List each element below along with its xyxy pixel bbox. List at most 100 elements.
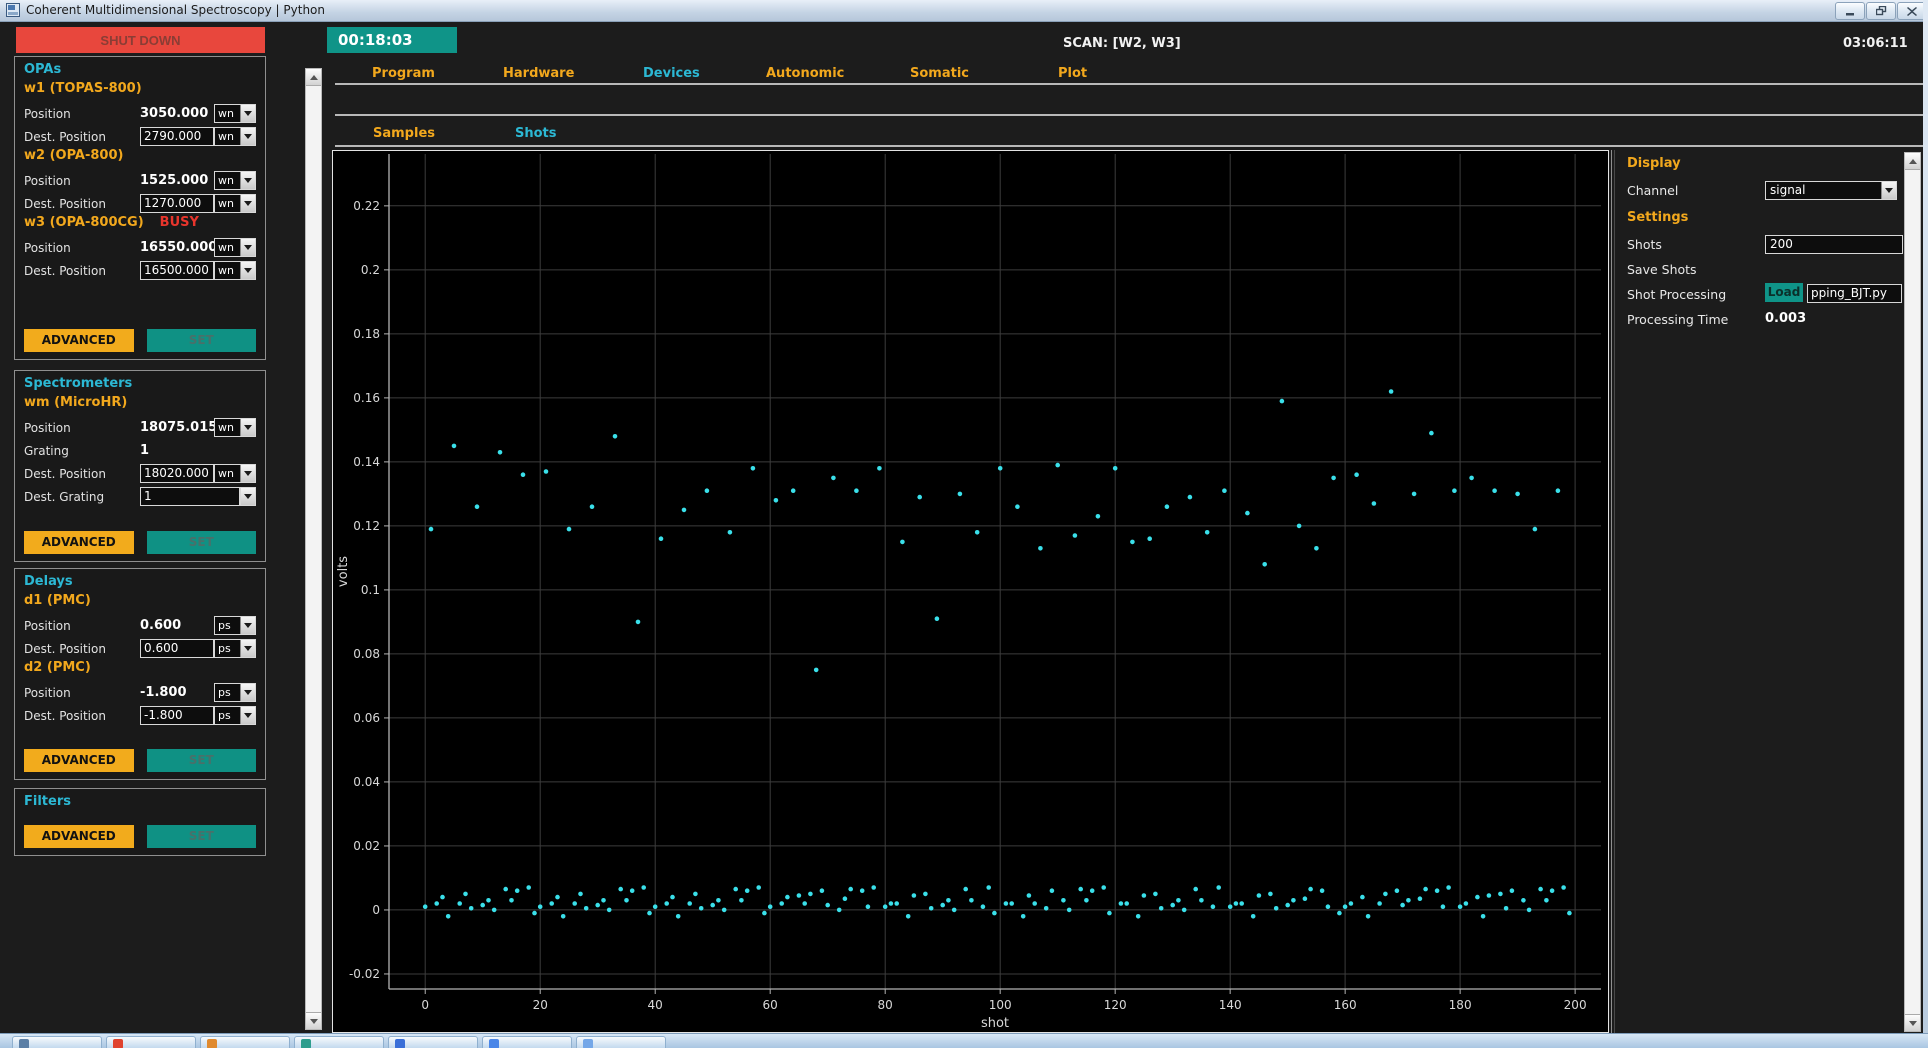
section-delays: Delays d1 (PMC) Position 0.600 ps Dest. Posit… [14, 568, 266, 780]
units-value: ps [218, 686, 231, 699]
shots-input[interactable]: 200 [1765, 235, 1903, 254]
motor-row: Dest. Grating 1 [24, 485, 256, 508]
tab-somatic[interactable]: Somatic [910, 66, 969, 81]
settings-scrollbar[interactable] [1904, 152, 1921, 1032]
chevron-down-icon[interactable] [240, 195, 255, 212]
units-value: wn [218, 107, 234, 120]
destination-input[interactable]: 16500.000 [140, 261, 214, 280]
panel-divider [1611, 150, 1612, 1033]
sidebar-scrollbar[interactable] [305, 68, 322, 1030]
svg-text:60: 60 [763, 998, 778, 1012]
scroll-up-icon[interactable] [1905, 153, 1920, 170]
tab-devices[interactable]: Devices [643, 66, 700, 81]
grating-select-input[interactable]: 1 [140, 487, 240, 506]
units-select[interactable]: wn [214, 261, 256, 280]
set-button[interactable]: SET [146, 825, 256, 848]
destination-input[interactable]: -1.800 [140, 706, 214, 725]
subtab-shots[interactable]: Shots [515, 126, 557, 141]
motor-name: d2 (PMC) [24, 660, 91, 675]
destination-input[interactable]: 0.600 [140, 639, 214, 658]
units-select[interactable]: wn [214, 194, 256, 213]
taskbar-app-button[interactable] [576, 1036, 666, 1048]
chevron-down-icon[interactable] [240, 172, 255, 189]
taskbar-app-button[interactable] [294, 1036, 384, 1048]
destination-input[interactable]: 1270.000 [140, 194, 214, 213]
advanced-button[interactable]: ADVANCED [24, 531, 134, 554]
position-readout: 16550.000 [140, 240, 214, 255]
set-button[interactable]: SET [146, 329, 256, 352]
chevron-down-icon[interactable] [240, 262, 255, 279]
chevron-down-icon[interactable] [240, 487, 256, 506]
chevron-down-icon[interactable] [240, 239, 255, 256]
scatter-plot-canvas: -0.02 0 0.02 0.04 0.06 0.08 0.1 0.12 0.14 0.16 0.1… [336, 154, 1601, 1031]
advanced-button[interactable]: ADVANCED [24, 825, 134, 848]
row-label: Dest. Position [24, 708, 106, 723]
svg-text:0.04: 0.04 [353, 775, 380, 789]
set-button[interactable]: SET [146, 749, 256, 772]
load-script-button[interactable]: Load [1765, 283, 1803, 302]
svg-text:140: 140 [1219, 998, 1242, 1012]
destination-input[interactable]: 2790.000 [140, 127, 214, 146]
taskbar-app-button[interactable] [106, 1036, 196, 1048]
taskbar-app-button[interactable] [388, 1036, 478, 1048]
units-select[interactable]: wn [214, 418, 256, 437]
chevron-down-icon[interactable] [240, 684, 255, 701]
app-icon [6, 3, 20, 17]
svg-text:40: 40 [648, 998, 663, 1012]
chevron-down-icon[interactable] [1881, 182, 1896, 199]
units-select[interactable]: wn [214, 104, 256, 123]
chevron-down-icon[interactable] [240, 707, 255, 724]
chevron-down-icon[interactable] [240, 128, 255, 145]
units-select[interactable]: ps [214, 683, 256, 702]
subtab-samples[interactable]: Samples [373, 126, 435, 141]
minimize-button[interactable] [1835, 2, 1865, 20]
shutdown-button[interactable]: SHUT DOWN [16, 27, 265, 53]
chevron-down-icon[interactable] [240, 617, 255, 634]
taskbar-app-icon [489, 1039, 499, 1048]
motor-row: Dest. Position 1270.000 wn [24, 192, 256, 215]
units-value: wn [218, 264, 234, 277]
motor-row: Position 18075.015 wn [24, 416, 256, 439]
channel-select[interactable]: signal [1765, 181, 1897, 200]
scroll-down-icon[interactable] [1905, 1014, 1920, 1031]
svg-text:-0.02: -0.02 [349, 967, 380, 981]
channel-label: Channel [1627, 183, 1679, 198]
chevron-down-icon[interactable] [240, 465, 255, 482]
chevron-down-icon[interactable] [240, 640, 255, 657]
tab-program[interactable]: Program [372, 66, 435, 81]
destination-input[interactable]: 18020.000 [140, 464, 214, 483]
motor-name: wm (MicroHR) [24, 395, 128, 410]
set-button[interactable]: SET [146, 531, 256, 554]
tab-underline [335, 83, 1928, 85]
scroll-up-icon[interactable] [306, 69, 321, 86]
tab-autonomic[interactable]: Autonomic [766, 66, 844, 81]
window-title: Coherent Multidimensional Spectroscopy |… [26, 3, 325, 17]
position-readout: -1.800 [140, 685, 187, 700]
units-select[interactable]: ps [214, 706, 256, 725]
row-label: Dest. Grating [24, 489, 105, 504]
processing-script-field[interactable]: pping_BJT.py [1807, 284, 1902, 303]
units-select[interactable]: wn [214, 171, 256, 190]
taskbar-app-icon [583, 1039, 593, 1048]
tab-hardware[interactable]: Hardware [503, 66, 574, 81]
units-select[interactable]: ps [214, 639, 256, 658]
taskbar-app-button[interactable] [12, 1036, 102, 1048]
chevron-down-icon[interactable] [240, 419, 255, 436]
motor-name: w2 (OPA-800) [24, 148, 124, 163]
chevron-down-icon[interactable] [240, 105, 255, 122]
taskbar-app-button[interactable] [482, 1036, 572, 1048]
advanced-button[interactable]: ADVANCED [24, 749, 134, 772]
restore-button[interactable] [1866, 2, 1896, 20]
advanced-button[interactable]: ADVANCED [24, 329, 134, 352]
units-select[interactable]: wn [214, 238, 256, 257]
svg-text:0.1: 0.1 [361, 583, 380, 597]
row-label: Position [24, 106, 71, 121]
tab-plot[interactable]: Plot [1058, 66, 1087, 81]
units-select[interactable]: wn [214, 127, 256, 146]
units-select[interactable]: ps [214, 616, 256, 635]
units-value: wn [218, 241, 234, 254]
scroll-down-icon[interactable] [306, 1012, 321, 1029]
system-clock: 03:06:11 [1843, 36, 1908, 51]
taskbar-app-button[interactable] [200, 1036, 290, 1048]
units-select[interactable]: wn [214, 464, 256, 483]
